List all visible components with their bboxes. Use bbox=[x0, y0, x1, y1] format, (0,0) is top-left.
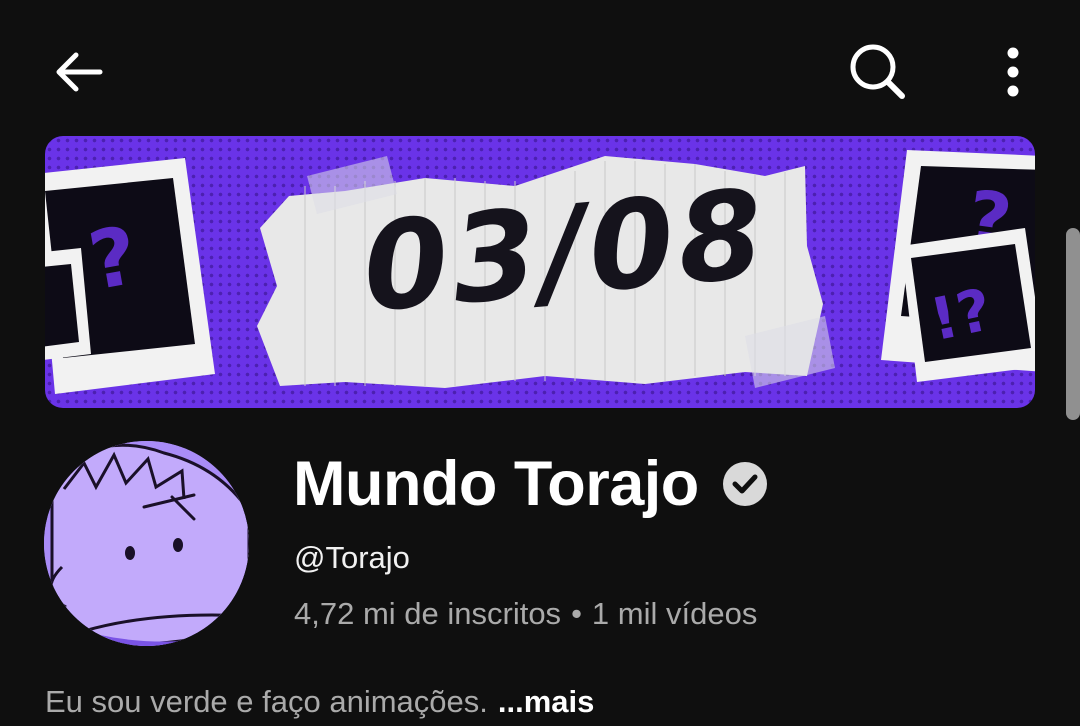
search-button[interactable] bbox=[838, 32, 918, 112]
channel-stats: 4,72 mi de inscritos • 1 mil vídeos bbox=[294, 596, 757, 632]
polaroid-right-image: ? !? bbox=[881, 150, 1035, 382]
verified-check-icon bbox=[722, 462, 767, 506]
more-vertical-icon bbox=[1007, 47, 1019, 97]
channel-name-text: Mundo Torajo bbox=[293, 449, 699, 519]
stats-separator: • bbox=[571, 596, 582, 631]
channel-handle: @Torajo bbox=[294, 540, 410, 575]
back-button[interactable] bbox=[40, 34, 116, 110]
subscriber-count: 4,72 mi de inscritos bbox=[294, 596, 562, 631]
top-app-bar bbox=[0, 0, 1080, 136]
channel-name: Mundo Torajo bbox=[293, 448, 769, 520]
channel-description[interactable]: Eu sou verde e faço animações. ...mais bbox=[45, 684, 594, 720]
search-icon bbox=[850, 44, 905, 99]
character-face-image bbox=[44, 441, 249, 646]
video-count: 1 mil vídeos bbox=[591, 596, 758, 631]
more-options-button[interactable] bbox=[986, 32, 1040, 112]
more-link[interactable]: ...mais bbox=[498, 684, 595, 719]
channel-banner: ? ? !? 03/08 bbox=[45, 136, 1035, 408]
description-text: Eu sou verde e faço animações. bbox=[45, 684, 488, 719]
channel-avatar[interactable] bbox=[44, 441, 249, 646]
polaroid-left-image: ? bbox=[45, 158, 215, 394]
scrollbar[interactable] bbox=[1066, 228, 1080, 420]
arrow-left-icon bbox=[56, 52, 103, 92]
